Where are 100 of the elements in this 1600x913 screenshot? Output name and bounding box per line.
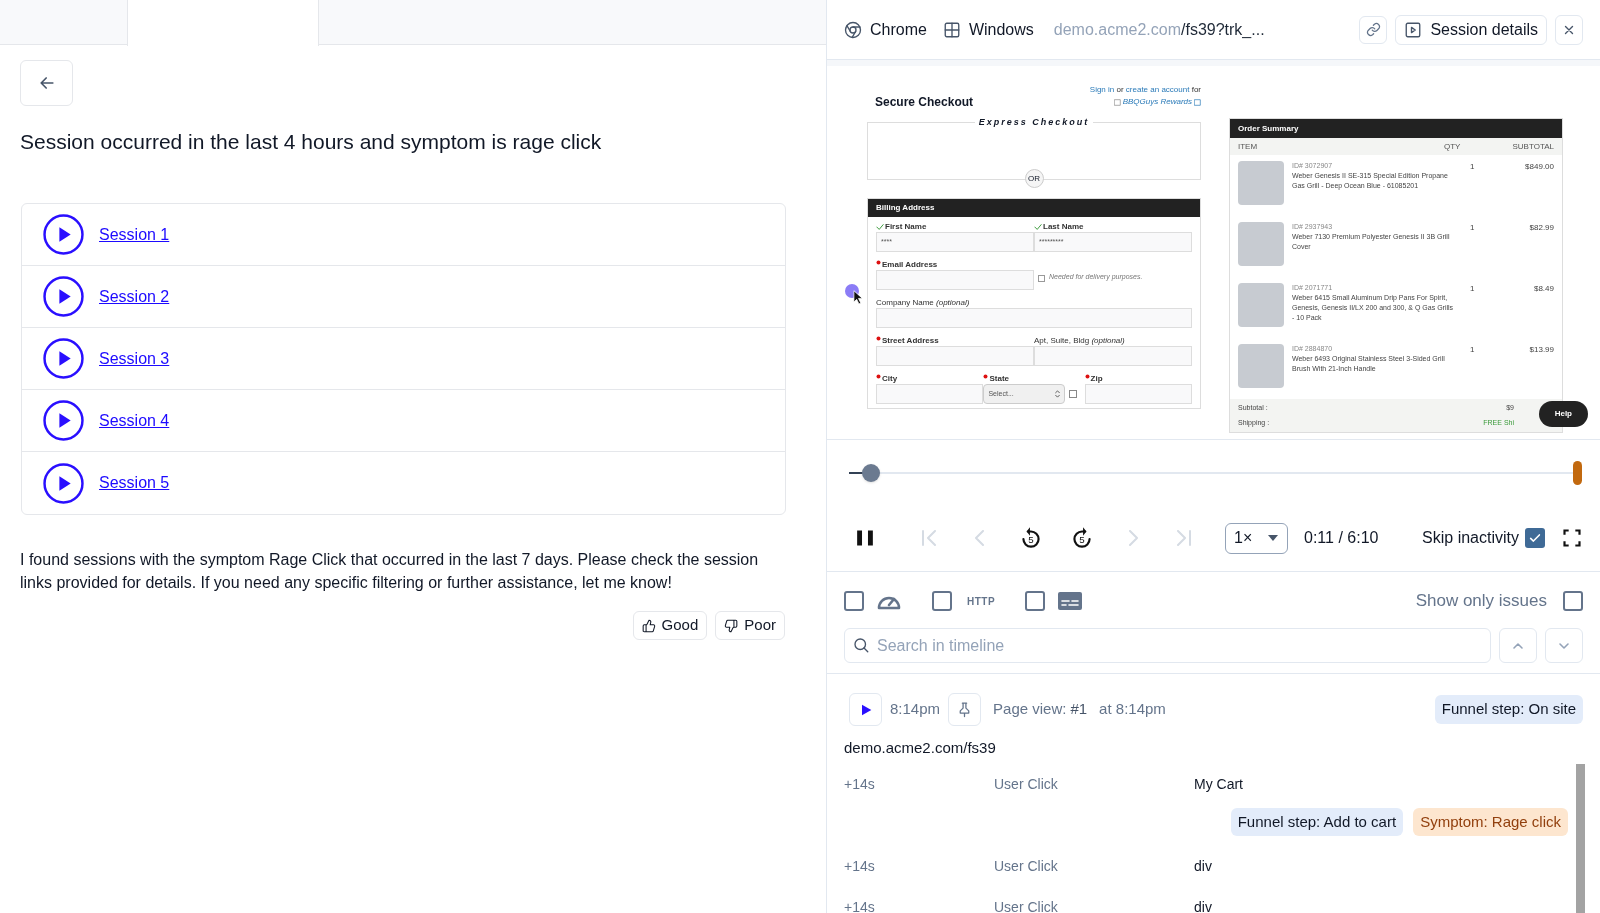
- thumbs-up-icon: [641, 618, 656, 633]
- broken-image-icon: [1194, 98, 1201, 106]
- checkbox[interactable]: [844, 591, 864, 611]
- event-offset: +14s: [844, 774, 876, 794]
- console-icon: [1057, 591, 1084, 611]
- price: $82.99: [1528, 222, 1554, 234]
- good-button[interactable]: Good: [632, 611, 708, 640]
- input-field[interactable]: [876, 384, 984, 404]
- photo-placeholder: [1238, 222, 1284, 266]
- rewind-button[interactable]: 5: [1005, 520, 1056, 556]
- field-label: State: [989, 372, 1009, 385]
- event-time: 8:14pm: [890, 699, 941, 720]
- session-link[interactable]: Session 5: [99, 471, 170, 495]
- checkbox[interactable]: [1525, 528, 1545, 548]
- field-label: Last Name: [1043, 220, 1084, 233]
- scrollbar[interactable]: [1576, 764, 1585, 913]
- browser-name: Chrome: [870, 19, 927, 40]
- link-icon: [1365, 22, 1381, 37]
- caret-down-icon: [1267, 534, 1279, 542]
- quantity: 1: [1469, 283, 1476, 295]
- show-only-issues-label: Show only issues: [1415, 590, 1547, 613]
- playback-time: 0:11 / 6:10: [1304, 528, 1379, 548]
- quantity: 1: [1469, 344, 1476, 356]
- session-link[interactable]: Session 3: [99, 346, 170, 371]
- heading: Session occurred in the last 4 hours and symptom is rage click: [20, 129, 603, 155]
- session-link[interactable]: Session 1: [99, 222, 170, 247]
- field-label: First Name: [885, 220, 927, 233]
- os-name: Windows: [968, 19, 1034, 40]
- session-link[interactable]: Session 4: [99, 408, 170, 433]
- search-field[interactable]: Search in timeline: [844, 628, 1491, 663]
- session-details-button[interactable]: Session details: [1395, 14, 1547, 45]
- input-field[interactable]: [1084, 384, 1192, 404]
- skip-start-icon: [920, 530, 937, 546]
- close-button[interactable]: [1555, 14, 1583, 45]
- broken-image-icon: [1113, 98, 1121, 106]
- poor-button[interactable]: Poor: [715, 611, 785, 640]
- browser-icon: [844, 20, 862, 39]
- session-link[interactable]: Session 2: [99, 284, 170, 309]
- input-field[interactable]: [876, 308, 1192, 328]
- speed-select[interactable]: 1×: [1225, 522, 1288, 554]
- play-icon[interactable]: [43, 400, 84, 441]
- message-text: I found sessions with the symptom Rage Click that occurred in the last 7 days. Please check the session links provided for details. If you need any specific filtering or further assistance, let me know!: [20, 550, 760, 593]
- fast-forward-button[interactable]: 5: [1056, 520, 1107, 556]
- event-type: User Click: [994, 774, 1059, 794]
- play-button[interactable]: [849, 693, 882, 726]
- url-path: /fs39?trk_...: [1181, 19, 1265, 40]
- field-label: Email Address: [882, 258, 938, 271]
- photo-placeholder: [1238, 161, 1284, 205]
- pin-button[interactable]: [948, 693, 982, 726]
- checkout-title: Secure Checkout: [875, 94, 974, 111]
- express-checkout-label: Express Checkout: [974, 116, 1094, 128]
- funnel-step-tag: Funnel step: On site: [1434, 695, 1583, 724]
- play-icon[interactable]: [43, 462, 84, 504]
- input-field[interactable]: [1034, 346, 1192, 366]
- checkbox[interactable]: [1025, 591, 1046, 611]
- column-header: QTY: [1444, 140, 1462, 153]
- funnel-step-tag: Funnel step: Add to cart: [1230, 807, 1404, 836]
- billing-header: Billing Address: [868, 199, 1200, 217]
- photo-placeholder: [1238, 283, 1284, 327]
- sign-in-prompt: Sign in or create an account for: [1089, 84, 1201, 96]
- checkbox[interactable]: [1038, 275, 1045, 282]
- play-icon[interactable]: [43, 276, 84, 317]
- field-label: Apt, Suite, Bldg (optional): [1034, 334, 1125, 347]
- event-type: User Click: [994, 857, 1059, 876]
- play-icon[interactable]: [43, 214, 84, 255]
- input-field[interactable]: [876, 270, 1034, 290]
- event-target: My Cart: [1194, 774, 1243, 794]
- thumbs-down-icon: [724, 618, 739, 633]
- help-button[interactable]: Help: [1538, 401, 1588, 427]
- checkbox[interactable]: [1068, 390, 1077, 398]
- price: $849.00: [1524, 161, 1554, 173]
- price: $13.99: [1528, 344, 1554, 356]
- input-field[interactable]: [876, 346, 1034, 366]
- page-view-time: at 8:14pm: [1099, 699, 1166, 720]
- search-icon: [852, 636, 870, 654]
- checkbox[interactable]: [1563, 591, 1583, 611]
- check-icon: [1528, 531, 1542, 545]
- http-label: HTTP: [967, 594, 996, 609]
- event-offset: +14s: [844, 898, 876, 913]
- field-label: City: [882, 372, 898, 385]
- issue-marker: [1573, 460, 1582, 485]
- link[interactable]: Sign in: [1089, 85, 1115, 94]
- link[interactable]: create an account: [1125, 85, 1190, 94]
- rewards-link[interactable]: BBQGuys Rewards: [1122, 96, 1192, 108]
- field-label: Street Address: [882, 334, 939, 347]
- checkbox[interactable]: [932, 591, 952, 611]
- event-target: div: [1194, 898, 1212, 913]
- updown-caret-icon: [1054, 390, 1060, 398]
- copy-link-button[interactable]: [1359, 15, 1388, 44]
- symptom-tag: Symptom: Rage click: [1413, 807, 1568, 836]
- field-label: Company Name (optional): [876, 296, 970, 309]
- quantity: 1: [1469, 161, 1476, 173]
- back-button[interactable]: [20, 60, 73, 106]
- event-type: User Click: [994, 898, 1059, 913]
- fullscreen-button[interactable]: [1561, 527, 1583, 549]
- field-label: Zip: [1090, 372, 1103, 385]
- timeline-slider[interactable]: [849, 460, 1582, 485]
- play-icon[interactable]: [43, 338, 84, 379]
- slider-thumb[interactable]: [862, 463, 880, 482]
- cursor-icon: [853, 290, 864, 305]
